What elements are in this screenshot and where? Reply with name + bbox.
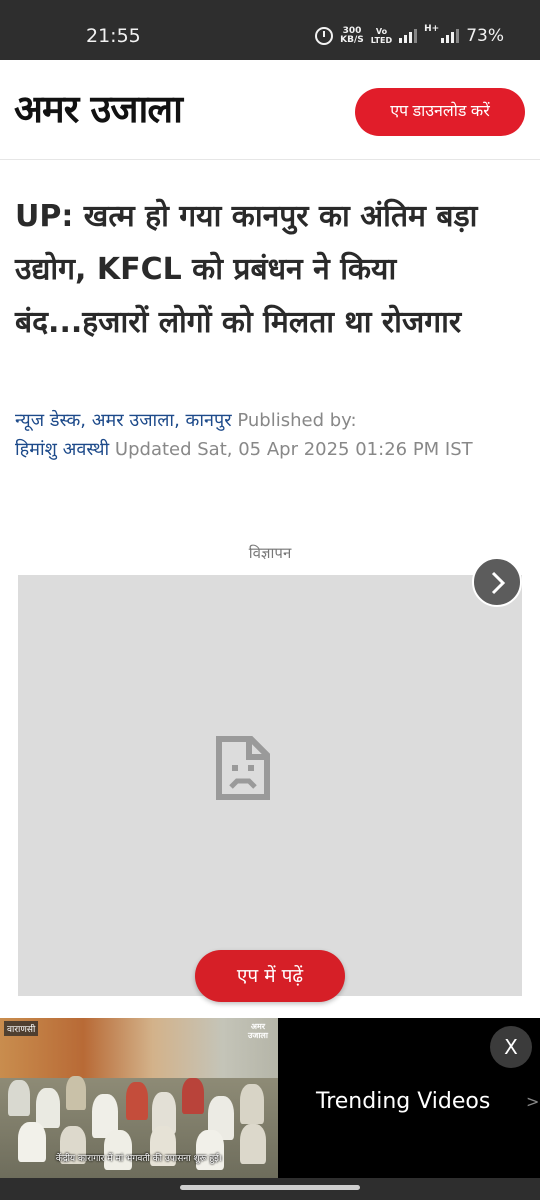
site-header: अमर उजाला एप डाउनलोड करें [0, 60, 540, 160]
ad-next-button[interactable] [472, 557, 522, 607]
published-by-label: Published by: [237, 410, 357, 431]
video-logo-line-2: उजाला [248, 1031, 268, 1040]
chevron-right-icon [491, 571, 506, 595]
volte-indicator: Vo LTED [371, 27, 392, 45]
app-download-button[interactable]: एप डाउनलोड करें [355, 88, 525, 136]
video-logo-line-1: अमर [250, 1022, 266, 1031]
battery-level: 73% [466, 26, 504, 46]
signal-2-icon [441, 29, 460, 43]
alarm-icon [315, 27, 334, 45]
article-headline: UP: खत्म हो गया कानपुर का अंतिम बड़ा उद्… [15, 199, 478, 340]
close-video-button[interactable]: X [490, 1026, 532, 1068]
broken-page-icon [216, 736, 270, 800]
read-in-app-button[interactable]: एप में पढ़ें [195, 950, 345, 1002]
author-link[interactable]: न्यूज डेस्क, अमर उजाला, कानपुर [15, 410, 232, 431]
status-time: 21:55 [86, 25, 141, 47]
video-caption: केंद्रीय कारागार में मां भगवती की उपासना… [55, 1154, 223, 1164]
ad-label: विज्ञापन [248, 544, 292, 562]
video-thumbnail[interactable]: वाराणसी अमर उजाला केंद्रीय कारागार में म… [0, 1018, 278, 1178]
site-logo[interactable]: अमर उजाला [14, 86, 183, 132]
volte-bottom: LTED [370, 36, 393, 45]
network-speed-unit: KB/S [340, 35, 364, 45]
network-speed: 300 KB/S [340, 27, 364, 45]
trending-videos-label[interactable]: Trending Videos [316, 1088, 490, 1116]
home-indicator[interactable] [180, 1185, 360, 1190]
editor-link[interactable]: हिमांशु अवस्थी [15, 439, 109, 460]
video-city-tag: वाराणसी [4, 1021, 39, 1036]
video-channel-logo: अमर उजाला [248, 1022, 268, 1040]
article-byline: न्यूज डेस्क, अमर उजाला, कानपुर Published… [15, 406, 525, 464]
status-icons: 300 KB/S Vo LTED H+ 73% [315, 24, 504, 48]
updated-timestamp: Updated Sat, 05 Apr 2025 01:26 PM IST [114, 439, 473, 460]
network-type: H+ [424, 24, 440, 34]
trending-next-icon[interactable]: > [526, 1088, 539, 1116]
status-bar: 21:55 300 KB/S Vo LTED H+ 73% [0, 0, 540, 60]
signal-1-icon [399, 29, 418, 43]
volte-top: Vo [375, 27, 388, 36]
